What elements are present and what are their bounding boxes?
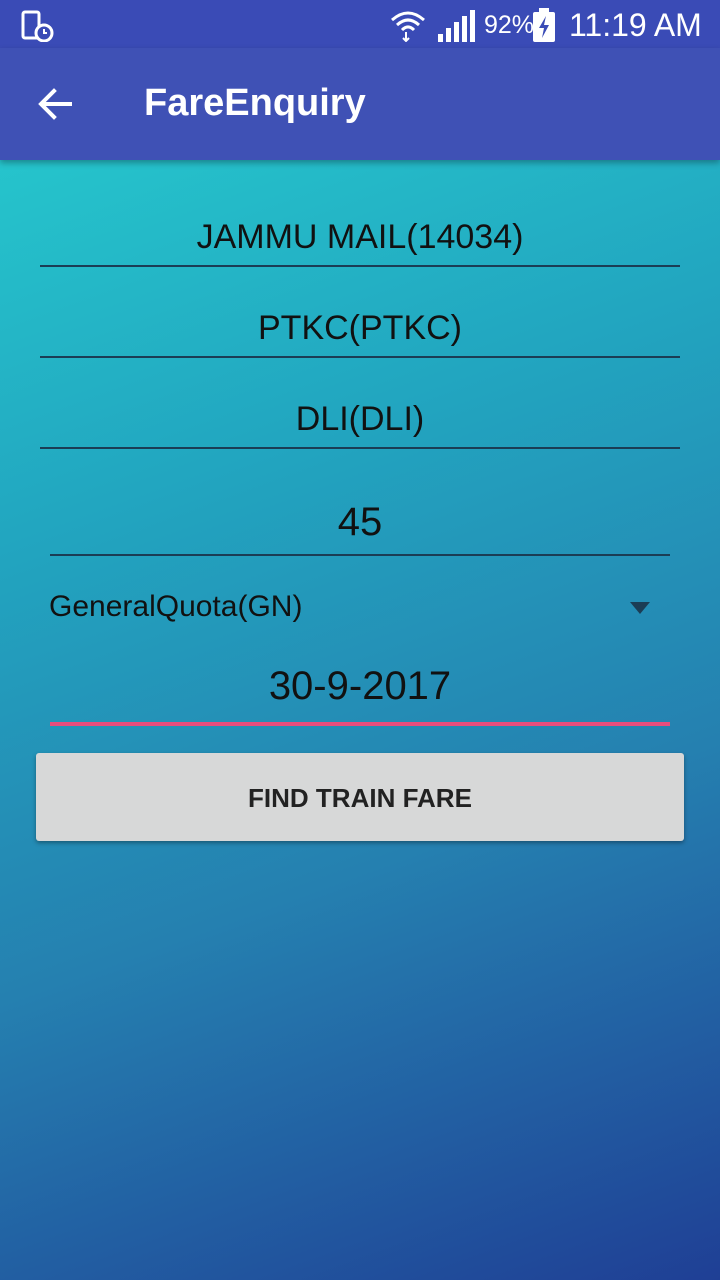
find-train-fare-button[interactable]: FIND TRAIN FARE [36, 753, 684, 841]
back-arrow-icon[interactable] [36, 84, 76, 124]
quota-selected-value: GeneralQuota(GN) [49, 590, 303, 623]
age-input[interactable]: 45 [50, 500, 670, 556]
dropdown-arrow-icon [630, 602, 650, 614]
page-title: FareEnquiry [144, 82, 366, 124]
date-input[interactable]: 30-9-2017 [50, 664, 670, 726]
signal-icon [438, 10, 475, 42]
status-bar: 92% 11:19 AM [0, 0, 720, 48]
battery-charging-icon [533, 8, 555, 42]
battery-percent: 92% [484, 11, 535, 39]
status-clock: 11:19 AM [569, 7, 702, 43]
quota-dropdown[interactable]: GeneralQuota(GN) [48, 586, 670, 636]
app-bar: FareEnquiry [0, 48, 720, 160]
to-station-input[interactable]: DLI(DLI) [40, 400, 680, 449]
wifi-icon [391, 11, 425, 42]
train-input[interactable]: JAMMU MAIL(14034) [40, 218, 680, 267]
device-clock-icon [21, 10, 54, 42]
from-station-input[interactable]: PTKC(PTKC) [40, 309, 680, 358]
